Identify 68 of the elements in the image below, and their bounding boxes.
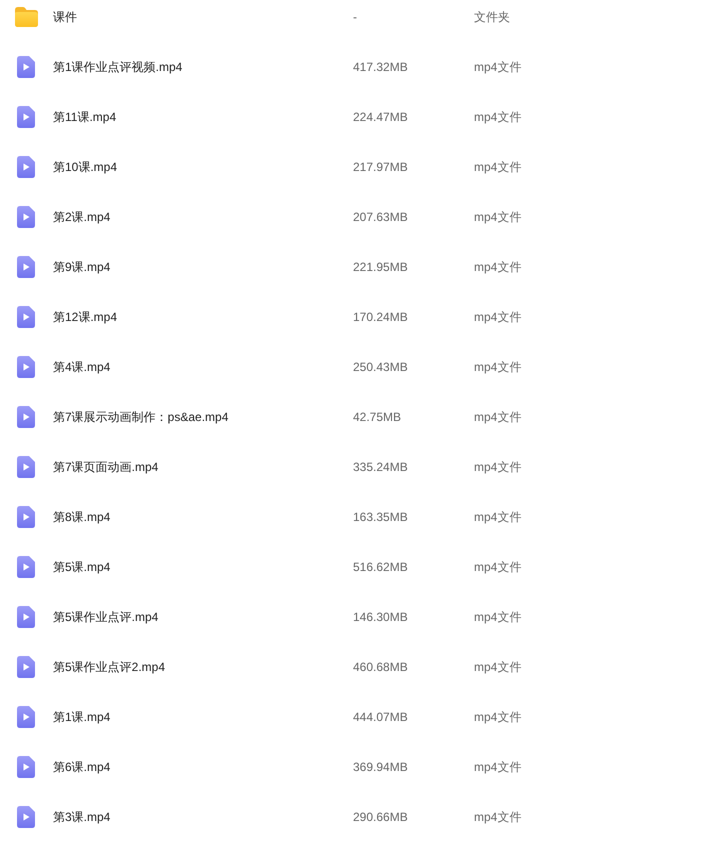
file-name[interactable]: 第3课.mp4 — [53, 808, 110, 826]
file-name[interactable]: 第2课.mp4 — [53, 208, 110, 226]
file-type: mp4文件 — [474, 808, 522, 826]
file-size: 460.68MB — [353, 660, 408, 674]
video-file-icon — [17, 406, 35, 428]
video-file-icon — [17, 606, 35, 628]
file-name[interactable]: 第1课.mp4 — [53, 708, 110, 726]
file-name[interactable]: 第9课.mp4 — [53, 258, 110, 276]
video-file-icon — [17, 506, 35, 528]
file-type: mp4文件 — [474, 208, 522, 226]
file-name[interactable]: 第5课作业点评2.mp4 — [53, 658, 166, 676]
video-file-icon — [17, 156, 35, 178]
video-file-icon — [17, 806, 35, 828]
video-file-icon — [17, 256, 35, 278]
file-type: mp4文件 — [474, 58, 522, 76]
video-file-icon — [17, 656, 35, 678]
file-size: 146.30MB — [353, 610, 408, 624]
file-type: 文件夹 — [474, 8, 510, 26]
file-type: mp4文件 — [474, 108, 522, 126]
file-size: 224.47MB — [353, 110, 408, 124]
file-type: mp4文件 — [474, 458, 522, 476]
file-name[interactable]: 第8课.mp4 — [53, 508, 110, 526]
file-size: 217.97MB — [353, 160, 408, 174]
video-file-icon — [17, 356, 35, 378]
file-name[interactable]: 第6课.mp4 — [53, 758, 110, 776]
file-name[interactable]: 第7课展示动画制作：ps&ae.mp4 — [53, 408, 228, 426]
file-size: 163.35MB — [353, 510, 408, 524]
video-file-icon — [17, 306, 35, 328]
file-size: - — [353, 10, 357, 24]
file-type: mp4文件 — [474, 358, 522, 376]
file-type: mp4文件 — [474, 158, 522, 176]
file-type: mp4文件 — [474, 708, 522, 726]
file-name[interactable]: 课件 — [53, 8, 77, 26]
file-size: 335.24MB — [353, 460, 408, 474]
file-type: mp4文件 — [474, 508, 522, 526]
file-name[interactable]: 第10课.mp4 — [53, 158, 118, 176]
video-file-icon — [17, 706, 35, 728]
file-size: 369.94MB — [353, 760, 408, 774]
file-name[interactable]: 第12课.mp4 — [53, 308, 118, 326]
file-name[interactable]: 第1课作业点评视频.mp4 — [53, 58, 182, 76]
video-file-icon — [17, 456, 35, 478]
file-type: mp4文件 — [474, 608, 522, 626]
file-type: mp4文件 — [474, 408, 522, 426]
video-file-icon — [17, 556, 35, 578]
file-size: 290.66MB — [353, 810, 408, 824]
file-size: 207.63MB — [353, 210, 408, 224]
file-size: 444.07MB — [353, 710, 408, 724]
file-name[interactable]: 第5课.mp4 — [53, 558, 110, 576]
file-type: mp4文件 — [474, 258, 522, 276]
file-size: 250.43MB — [353, 360, 408, 374]
file-size: 170.24MB — [353, 310, 408, 324]
file-name[interactable]: 第4课.mp4 — [53, 358, 110, 376]
file-name[interactable]: 第7课页面动画.mp4 — [53, 458, 158, 476]
file-type: mp4文件 — [474, 758, 522, 776]
video-file-icon — [17, 56, 35, 78]
file-size: 417.32MB — [353, 60, 408, 74]
file-name[interactable]: 第5课作业点评.mp4 — [53, 608, 158, 626]
folder-icon — [15, 7, 38, 27]
video-file-icon — [17, 106, 35, 128]
video-file-icon — [17, 206, 35, 228]
file-size: 221.95MB — [353, 260, 408, 274]
file-size: 42.75MB — [353, 410, 402, 424]
file-size: 516.62MB — [353, 560, 408, 574]
file-type: mp4文件 — [474, 658, 522, 676]
file-type: mp4文件 — [474, 558, 522, 576]
file-type: mp4文件 — [474, 308, 522, 326]
video-file-icon — [17, 756, 35, 778]
file-name[interactable]: 第11课.mp4 — [53, 108, 116, 126]
